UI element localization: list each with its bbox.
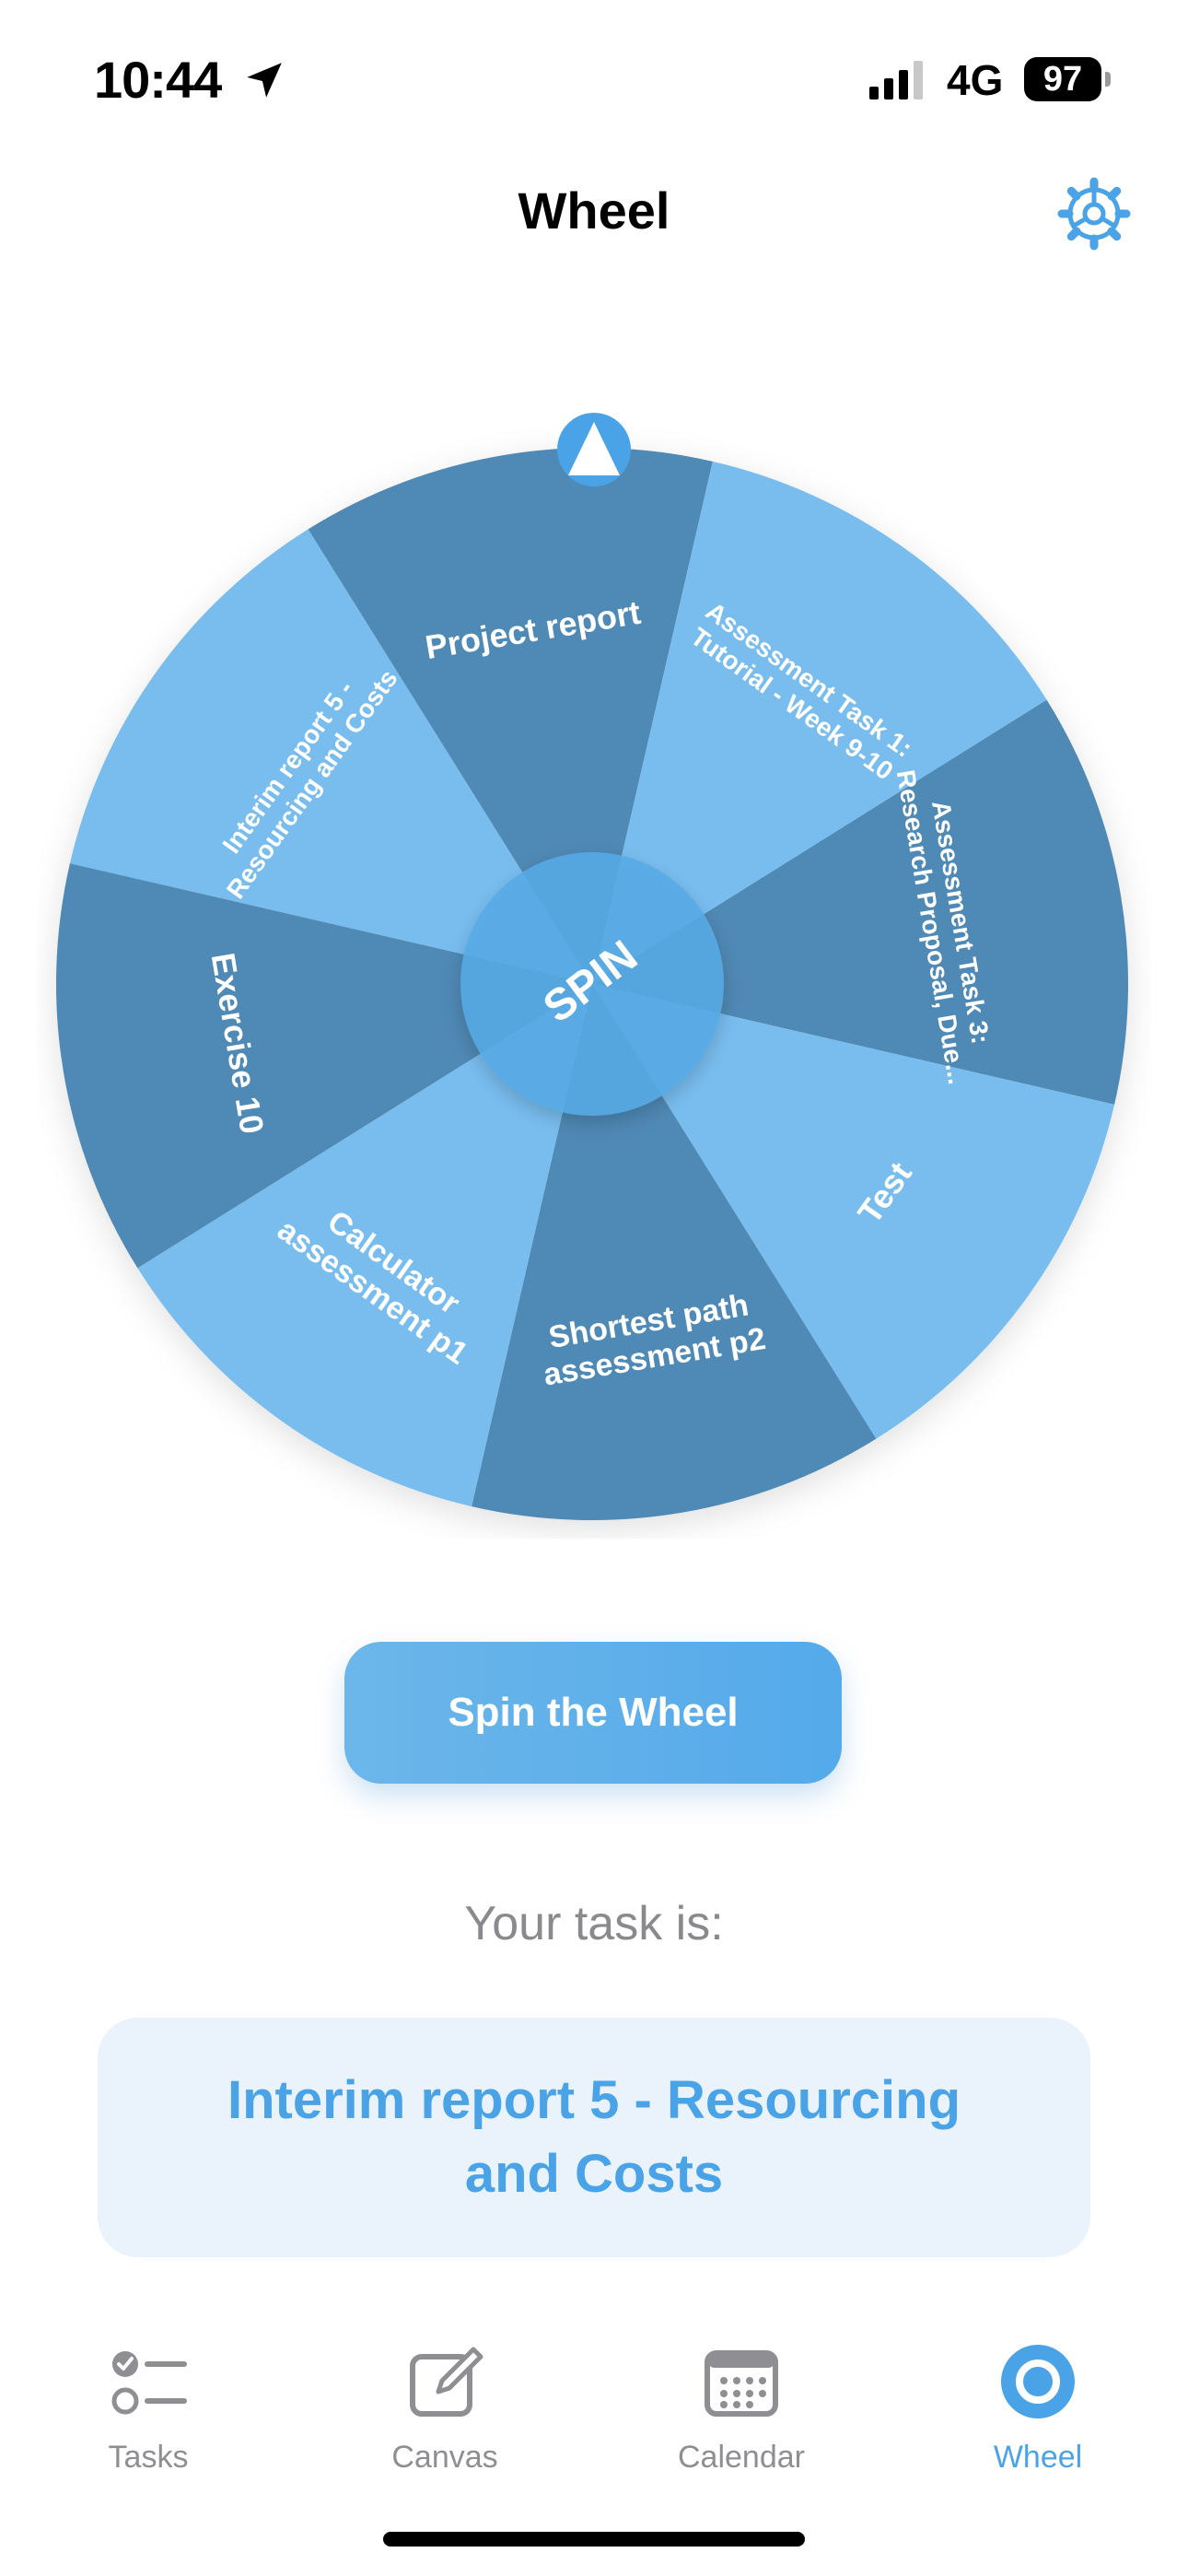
location-arrow-icon: [247, 63, 282, 98]
tab-canvas[interactable]: Canvas: [297, 2340, 593, 2524]
spin-wheel-button[interactable]: Spin the Wheel: [344, 1642, 842, 1784]
tab-tasks[interactable]: Tasks: [0, 2340, 297, 2524]
tab-label: Calendar: [678, 2440, 805, 2475]
page-title: Wheel: [518, 181, 670, 240]
tab-wheel[interactable]: Wheel: [890, 2340, 1186, 2524]
task-prompt: Your task is:: [464, 1897, 724, 1950]
prize-wheel[interactable]: Interim report 5 -Resourcing and CostsPr…: [37, 396, 1151, 1539]
tab-label: Canvas: [391, 2440, 498, 2475]
wheel-pointer-icon: [557, 413, 631, 486]
gear-icon[interactable]: [1057, 177, 1131, 251]
edit-icon: [410, 2347, 483, 2417]
tab-calendar[interactable]: Calendar: [593, 2340, 890, 2524]
battery-tip: [1105, 72, 1111, 87]
home-indicator: [383, 2532, 805, 2547]
cellular-signal-icon: [869, 61, 923, 100]
selected-task-text: Interim report 5 - Resourcing and Costs: [227, 2070, 961, 2204]
calendar-icon: [705, 2350, 778, 2417]
tab-label: Wheel: [993, 2440, 1083, 2475]
status-time: 10:44: [94, 51, 222, 109]
checklist-icon: [111, 2351, 187, 2415]
status-bar: 10:44 4G 97: [0, 0, 1188, 157]
wheel-circle-icon: [1001, 2345, 1075, 2418]
wheel-area: Interim report 5 -Resourcing and Costs Pr…: [37, 396, 1151, 1539]
tab-label: Tasks: [108, 2440, 189, 2475]
network-type: 4G: [947, 56, 1004, 104]
result-card: Interim report 5 - Resourcing and Costs: [98, 2018, 1090, 2257]
battery-indicator: 97: [1024, 57, 1101, 101]
